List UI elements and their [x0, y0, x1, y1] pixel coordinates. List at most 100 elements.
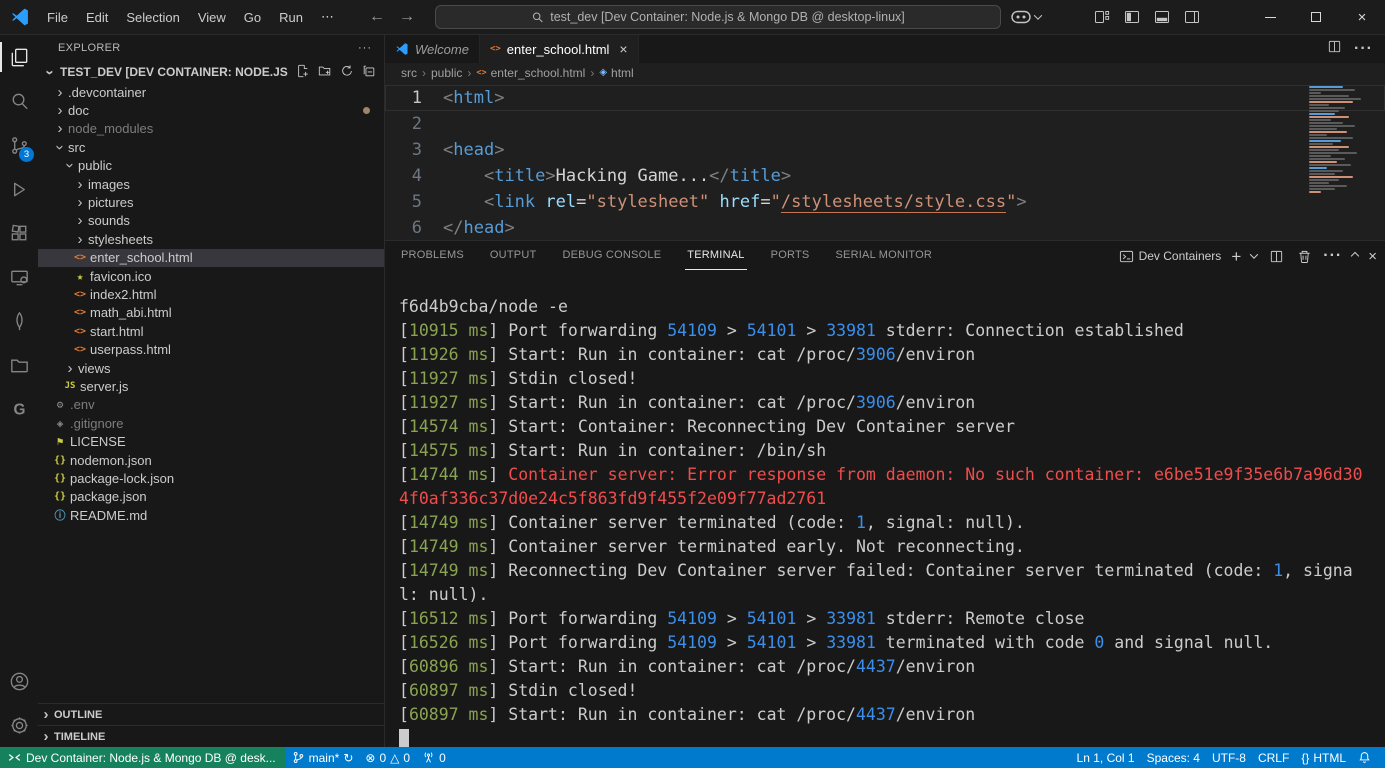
close-tab-icon[interactable]: × — [619, 41, 627, 57]
eol-status[interactable]: CRLF — [1252, 747, 1295, 768]
tab-enter-school-html[interactable]: <>enter_school.html× — [480, 35, 639, 63]
tree-file-nodemon.json[interactable]: {}nodemon.json — [38, 451, 384, 469]
menu-file[interactable]: File — [38, 6, 77, 29]
close-panel-icon[interactable]: × — [1368, 248, 1377, 265]
explorer-icon[interactable] — [0, 35, 38, 79]
mongodb-icon[interactable] — [0, 299, 38, 343]
kill-terminal-icon[interactable] — [1295, 245, 1313, 267]
settings-icon[interactable] — [0, 703, 38, 747]
tree-folder-pictures[interactable]: ›pictures — [38, 193, 384, 211]
customize-layout-icon[interactable] — [1087, 4, 1117, 30]
indentation-status[interactable]: Spaces: 4 — [1141, 747, 1206, 768]
panel-tab-debug-console[interactable]: DEBUG CONSOLE — [560, 241, 663, 270]
panel-tab-ports[interactable]: PORTS — [769, 241, 812, 270]
tree-file-index2.html[interactable]: <>index2.html — [38, 285, 384, 303]
back-arrow-icon[interactable]: ← — [369, 8, 385, 26]
docker-icon[interactable] — [0, 343, 38, 387]
encoding-status[interactable]: UTF-8 — [1206, 747, 1252, 768]
tree-folder-images[interactable]: ›images — [38, 175, 384, 193]
tree-folder-.devcontainer[interactable]: ›.devcontainer — [38, 83, 384, 101]
tree-folder-node_modules[interactable]: ›node_modules — [38, 120, 384, 138]
breadcrumb-public[interactable]: public — [431, 66, 462, 80]
tree-file-README.md[interactable]: ⓘREADME.md — [38, 506, 384, 524]
tree-folder-doc[interactable]: ›doc — [38, 101, 384, 119]
menu-edit[interactable]: Edit — [77, 6, 117, 29]
menu-go[interactable]: Go — [235, 6, 270, 29]
ports-status[interactable]: 0 — [416, 747, 452, 768]
tree-file-start.html[interactable]: <>start.html — [38, 322, 384, 340]
search-icon[interactable] — [0, 79, 38, 123]
source-control-icon[interactable]: 3 — [0, 123, 38, 167]
outline-section[interactable]: › OUTLINE — [38, 703, 384, 725]
tree-folder-views[interactable]: ›views — [38, 359, 384, 377]
tree-file-package.json[interactable]: {}package.json — [38, 488, 384, 506]
remote-explorer-icon[interactable] — [0, 255, 38, 299]
breadcrumb-enter-school-html[interactable]: <>enter_school.html — [476, 66, 585, 80]
menu-view[interactable]: View — [189, 6, 235, 29]
toggle-secondary-sidebar-icon[interactable] — [1177, 4, 1207, 30]
menu-[interactable]: ⋯ — [312, 5, 343, 29]
tree-folder-sounds[interactable]: ›sounds — [38, 212, 384, 230]
workspace-root-row[interactable]: › TEST_DEV [DEV CONTAINER: NODE.JS & MON… — [38, 61, 384, 83]
tree-file-.env[interactable]: ⚙.env — [38, 396, 384, 414]
toggle-panel-icon[interactable] — [1147, 4, 1177, 30]
breadcrumb-src[interactable]: src — [401, 66, 417, 80]
menu-selection[interactable]: Selection — [117, 6, 188, 29]
tree-file-server.js[interactable]: JSserver.js — [38, 377, 384, 395]
minimap-line — [1309, 149, 1339, 151]
tree-file-favicon.ico[interactable]: ★favicon.ico — [38, 267, 384, 285]
tab-welcome[interactable]: Welcome — [385, 35, 480, 63]
tree-folder-src[interactable]: ›src — [38, 138, 384, 156]
extensions-icon[interactable] — [0, 211, 38, 255]
maximize-icon[interactable] — [1293, 0, 1339, 34]
tree-folder-stylesheets[interactable]: ›stylesheets — [38, 230, 384, 248]
new-file-icon[interactable] — [296, 64, 310, 81]
terminal-dropdown-icon[interactable] — [1250, 250, 1258, 258]
close-window-icon[interactable]: × — [1339, 0, 1385, 34]
breadcrumb-separator: › — [590, 66, 594, 80]
notifications-bell[interactable] — [1352, 747, 1377, 768]
copilot-menu[interactable] — [1011, 10, 1041, 24]
panel-tab-problems[interactable]: PROBLEMS — [399, 241, 466, 270]
code-editor[interactable]: 1<html>23<head>4 <title>Hacking Game...<… — [385, 82, 1385, 240]
tree-folder-public[interactable]: ›public — [38, 157, 384, 175]
collapse-folders-icon[interactable] — [362, 64, 376, 81]
new-terminal-icon[interactable]: + — [1231, 248, 1241, 265]
run-debug-icon[interactable] — [0, 167, 38, 211]
tree-file-LICENSE[interactable]: ⚑LICENSE — [38, 432, 384, 450]
remote-indicator[interactable]: Dev Container: Node.js & Mongo DB @ desk… — [0, 747, 286, 768]
terminal-profile[interactable]: Dev Containers — [1119, 249, 1222, 264]
language-mode[interactable]: {} HTML — [1295, 747, 1352, 768]
panel-more-actions-icon[interactable]: ··· — [1323, 247, 1342, 265]
panel-tab-output[interactable]: OUTPUT — [488, 241, 539, 270]
breadcrumb-html[interactable]: ◈html — [599, 66, 633, 80]
menu-run[interactable]: Run — [270, 6, 312, 29]
editor-more-actions-icon[interactable]: ··· — [1354, 40, 1373, 58]
git-branch-status[interactable]: main* ↻ — [286, 747, 360, 768]
new-folder-icon[interactable] — [318, 64, 332, 81]
refresh-icon[interactable] — [340, 64, 354, 81]
split-editor-icon[interactable] — [1327, 39, 1342, 59]
timeline-section[interactable]: › TIMELINE — [38, 725, 384, 747]
accounts-icon[interactable] — [0, 659, 38, 703]
panel-tab-serial-monitor[interactable]: SERIAL MONITOR — [833, 241, 934, 270]
gitlens-icon[interactable]: G — [0, 387, 38, 431]
tree-file-package-lock.json[interactable]: {}package-lock.json — [38, 469, 384, 487]
tree-file-.gitignore[interactable]: ◈.gitignore — [38, 414, 384, 432]
command-center-search[interactable]: test_dev [Dev Container: Node.js & Mongo… — [435, 5, 1001, 29]
terminal-output[interactable]: f6d4b9cba/node -e[10915 ms] Port forward… — [385, 271, 1385, 747]
tree-file-enter_school.html[interactable]: <>enter_school.html — [38, 249, 384, 267]
tree-file-math_abi.html[interactable]: <>math_abi.html — [38, 304, 384, 322]
tree-file-userpass.html[interactable]: <>userpass.html — [38, 340, 384, 358]
problems-status[interactable]: ⊗ 0 △ 0 — [359, 747, 416, 768]
editor-pane[interactable]: 1<html>23<head>4 <title>Hacking Game...<… — [385, 82, 1385, 240]
panel-tab-terminal[interactable]: TERMINAL — [685, 241, 746, 270]
cursor-position[interactable]: Ln 1, Col 1 — [1071, 747, 1141, 768]
minimize-icon[interactable] — [1247, 0, 1293, 34]
toggle-primary-sidebar-icon[interactable] — [1117, 4, 1147, 30]
forward-arrow-icon[interactable]: → — [399, 8, 415, 26]
maximize-panel-icon[interactable] — [1351, 252, 1359, 260]
split-terminal-icon[interactable] — [1267, 245, 1285, 267]
minimap[interactable] — [1309, 86, 1371, 194]
explorer-more-actions-icon[interactable]: ··· — [358, 42, 372, 54]
